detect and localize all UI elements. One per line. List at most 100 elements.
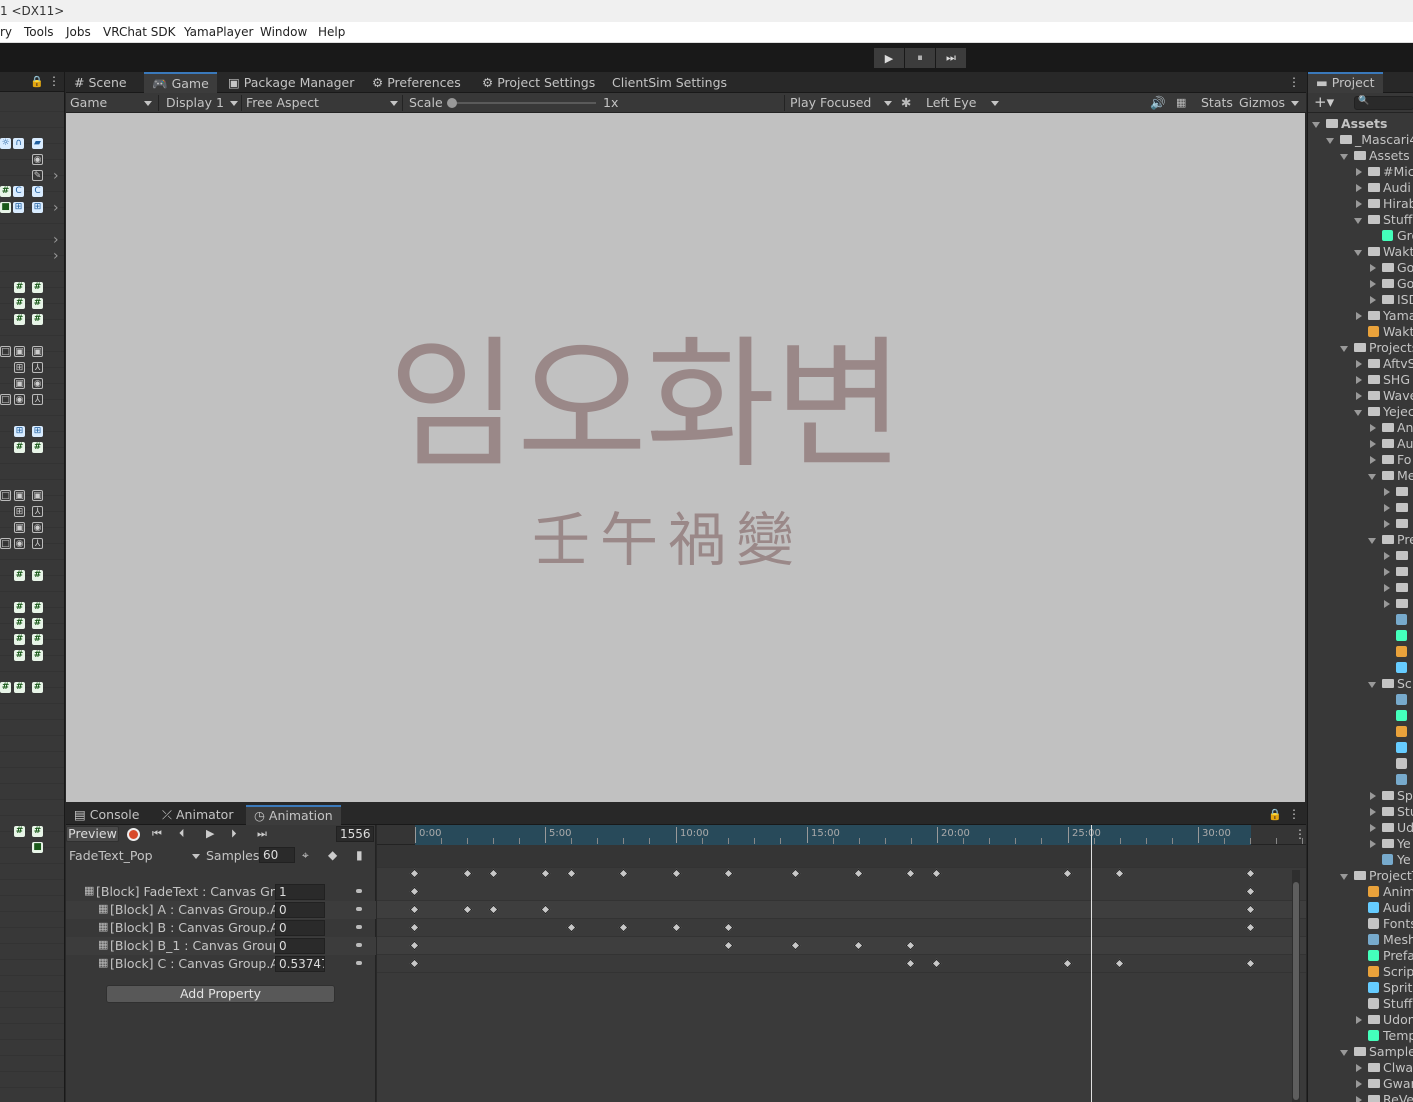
expand-arrow-icon[interactable] xyxy=(1370,792,1380,800)
project-item[interactable]: Gwar xyxy=(1308,1076,1413,1092)
hierarchy-row[interactable] xyxy=(0,704,64,720)
project-item[interactable]: SHG xyxy=(1308,372,1413,388)
expand-arrow-icon[interactable] xyxy=(1354,410,1362,420)
hierarchy-row[interactable] xyxy=(0,784,64,800)
keyframe[interactable] xyxy=(618,868,629,879)
project-item[interactable] xyxy=(1308,548,1413,564)
expand-arrow-icon[interactable] xyxy=(1370,424,1380,432)
expand-arrow-icon[interactable] xyxy=(1356,184,1366,192)
expand-arrow-icon[interactable]: › xyxy=(53,232,59,248)
project-item[interactable]: Stu xyxy=(1308,804,1413,820)
project-item[interactable] xyxy=(1308,580,1413,596)
samples-field[interactable]: 60 xyxy=(259,847,295,863)
hierarchy-row[interactable] xyxy=(0,1056,64,1072)
more-options-icon[interactable]: ⋮ xyxy=(1288,75,1300,89)
expand-arrow-icon[interactable] xyxy=(1356,392,1366,400)
stats-button[interactable]: Stats xyxy=(1201,95,1233,111)
property-row[interactable]: ▦ [Block] C : Canvas Group.Alp 0.53747 xyxy=(66,955,376,973)
tab-animation[interactable]: ◷ Animation xyxy=(246,805,341,825)
add-property-button[interactable]: Add Property xyxy=(106,985,335,1003)
dopesheet-row[interactable] xyxy=(377,901,1306,919)
menu-vrchat-sdk[interactable]: VRChat SDK xyxy=(103,25,176,39)
expand-arrow-icon[interactable] xyxy=(1370,264,1380,272)
menu-yamaplayer[interactable]: YamaPlayer xyxy=(184,25,253,39)
property-options-icon[interactable] xyxy=(356,907,362,911)
project-item[interactable]: Udon xyxy=(1308,1012,1413,1028)
play-icon[interactable]: ▶ xyxy=(206,827,214,840)
project-item[interactable]: Wave xyxy=(1308,388,1413,404)
menu-help[interactable]: Help xyxy=(318,25,345,39)
project-item[interactable]: Yejec xyxy=(1308,404,1413,420)
play-focused-dropdown[interactable]: Play Focused xyxy=(790,95,894,111)
property-value[interactable]: 0 xyxy=(275,938,325,954)
property-value[interactable]: 0 xyxy=(275,920,325,936)
expand-arrow-icon[interactable] xyxy=(1370,456,1380,464)
keyframe[interactable] xyxy=(905,868,916,879)
preview-button[interactable]: Preview xyxy=(66,826,119,842)
keyframe[interactable] xyxy=(540,868,551,879)
add-keyframe-icon[interactable]: ◆ xyxy=(328,848,337,862)
expand-arrow-icon[interactable] xyxy=(1370,840,1380,848)
hierarchy-row[interactable] xyxy=(0,976,64,992)
hierarchy-row[interactable] xyxy=(0,720,64,736)
hierarchy-row[interactable] xyxy=(0,1024,64,1040)
game-mode-dropdown[interactable]: Game xyxy=(70,95,154,111)
project-item[interactable]: ReVe xyxy=(1308,1092,1413,1102)
project-item[interactable] xyxy=(1308,644,1413,660)
project-item[interactable]: An xyxy=(1308,420,1413,436)
expand-arrow-icon[interactable] xyxy=(1354,250,1362,260)
project-item[interactable] xyxy=(1308,724,1413,740)
expand-arrow-icon[interactable] xyxy=(1384,552,1394,560)
tab-clientsim-settings[interactable]: ClientSim Settings xyxy=(604,72,735,93)
hierarchy-row[interactable] xyxy=(0,880,64,896)
expand-arrow-icon[interactable] xyxy=(1384,488,1394,496)
keyframe[interactable] xyxy=(488,868,499,879)
aspect-dropdown[interactable]: Free Aspect xyxy=(246,95,400,111)
search-input[interactable]: 🔍 xyxy=(1354,96,1413,110)
project-item[interactable] xyxy=(1308,692,1413,708)
menu-tools[interactable]: Tools xyxy=(24,25,54,39)
expand-arrow-icon[interactable] xyxy=(1384,600,1394,608)
project-item[interactable]: Assets xyxy=(1308,148,1413,164)
expand-arrow-icon[interactable] xyxy=(1368,682,1376,692)
scrollbar-thumb[interactable] xyxy=(1293,882,1299,1100)
keyframe[interactable] xyxy=(566,868,577,879)
project-item[interactable]: Au xyxy=(1308,436,1413,452)
tab-animator[interactable]: ⤫ Animator xyxy=(154,805,241,826)
property-value[interactable]: 1 xyxy=(275,884,325,900)
expand-arrow-icon[interactable] xyxy=(1356,1080,1366,1088)
expand-arrow-icon[interactable]: › xyxy=(53,200,59,216)
project-item[interactable] xyxy=(1308,740,1413,756)
more-options-icon[interactable]: ⋮ xyxy=(1294,827,1306,841)
hierarchy-row[interactable] xyxy=(0,1088,64,1102)
project-item[interactable]: _Mascari4 xyxy=(1308,132,1413,148)
project-item[interactable]: Fonts xyxy=(1308,916,1413,932)
project-item[interactable] xyxy=(1308,516,1413,532)
expand-arrow-icon[interactable] xyxy=(1368,474,1376,484)
hierarchy-row[interactable] xyxy=(0,912,64,928)
expand-arrow-icon[interactable] xyxy=(1370,296,1380,304)
expand-arrow-icon[interactable] xyxy=(1370,440,1380,448)
project-item[interactable]: Stuff xyxy=(1308,996,1413,1012)
hierarchy-row[interactable] xyxy=(0,1072,64,1088)
tab-package-manager[interactable]: ▣ Package Manager xyxy=(220,72,362,93)
bug-icon[interactable]: ✱ xyxy=(901,95,911,111)
keyframe[interactable] xyxy=(790,868,801,879)
expand-arrow-icon[interactable] xyxy=(1340,346,1348,356)
hierarchy-row[interactable] xyxy=(0,1008,64,1024)
scale-slider-handle[interactable] xyxy=(447,98,457,108)
project-item[interactable]: Fo xyxy=(1308,452,1413,468)
keyframe[interactable] xyxy=(1245,868,1256,879)
prev-key-icon[interactable]: ⏴ xyxy=(179,827,185,841)
project-item[interactable] xyxy=(1308,708,1413,724)
scale-slider[interactable] xyxy=(447,98,596,108)
expand-arrow-icon[interactable] xyxy=(1384,584,1394,592)
gizmos-dropdown[interactable]: Gizmos xyxy=(1239,95,1301,111)
project-item[interactable]: AftvS xyxy=(1308,356,1413,372)
project-item[interactable]: Hirab xyxy=(1308,196,1413,212)
audio-icon[interactable]: 🔊 xyxy=(1150,95,1166,111)
last-key-icon[interactable]: ⏭ xyxy=(257,827,267,841)
expand-arrow-icon[interactable] xyxy=(1354,218,1362,228)
expand-arrow-icon[interactable] xyxy=(1356,1096,1366,1102)
property-value[interactable]: 0 xyxy=(275,902,325,918)
